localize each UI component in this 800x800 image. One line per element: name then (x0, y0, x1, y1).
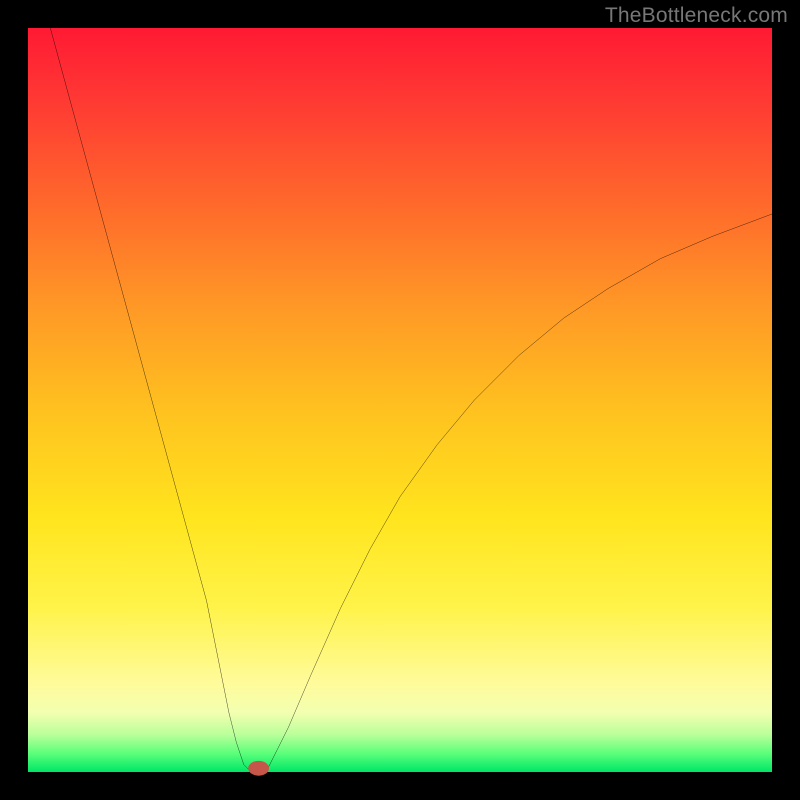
minimum-marker (248, 761, 269, 776)
chart-frame: TheBottleneck.com (0, 0, 800, 800)
bottleneck-curve (50, 28, 772, 772)
plot-area (28, 28, 772, 772)
chart-svg (28, 28, 772, 772)
watermark-text: TheBottleneck.com (605, 4, 788, 28)
